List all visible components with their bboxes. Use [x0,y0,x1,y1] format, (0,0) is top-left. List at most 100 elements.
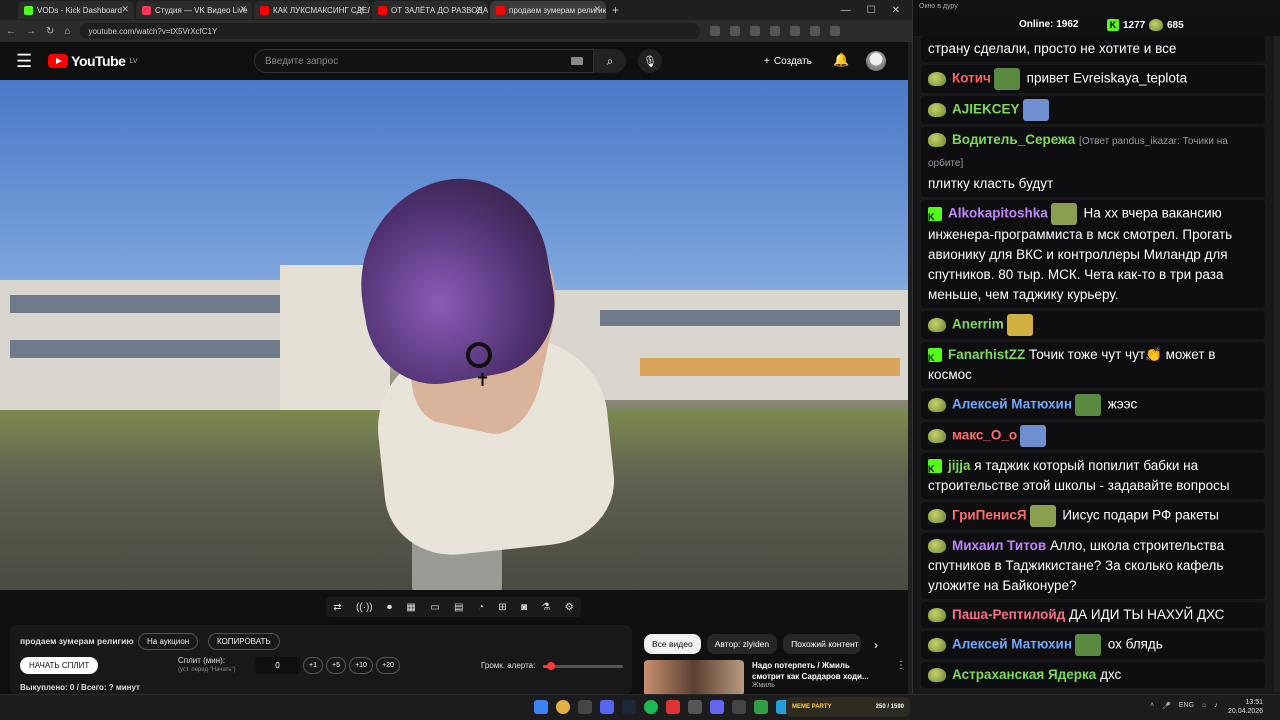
new-tab-button[interactable]: + [612,3,619,17]
extension-icon[interactable] [770,26,781,36]
start-split-button[interactable]: НАЧАТЬ СПЛИТ [20,657,99,674]
chat-username[interactable]: Anerrim [952,317,1004,332]
media-player-icon[interactable] [710,700,724,714]
increment-button[interactable]: +1 [303,657,323,674]
chip-all-videos[interactable]: Все видео [644,634,701,654]
chat-message[interactable]: Паша-Рептилойд ДА ИДИ ТЫ НАХУЙ ДХС [921,602,1265,628]
keyboard-icon[interactable] [571,57,583,65]
split-minutes-input[interactable]: 0 [255,657,300,674]
app-icon[interactable] [754,700,768,714]
chat-username[interactable]: Астраханская Ядерка [952,667,1096,682]
windows-start-icon[interactable] [534,700,548,714]
chat-message[interactable]: K Alkokapitoshka На хх вчера вакансию инж… [921,200,1265,308]
url-field[interactable]: youtube.com/watch?v=tX5VrXcfC1Y [80,23,701,39]
chat-username[interactable]: макс_О_о [952,428,1017,443]
alert-volume-slider[interactable] [543,662,623,670]
obs-icon[interactable] [666,700,680,714]
chat-username[interactable]: ГриПенисЯ [952,508,1027,523]
tab-close-icon[interactable]: ✕ [121,4,129,15]
chat-scrollbar[interactable] [1274,36,1280,692]
film-icon[interactable]: ▦ [406,602,415,613]
hamburger-menu-icon[interactable]: ☰ [16,51,32,72]
chat-message[interactable]: K FanarhistZZ Точик тоже чут чут👏 может в… [921,342,1265,388]
extension-icon[interactable] [710,26,721,36]
tab-close-icon[interactable]: ✕ [357,4,365,15]
increment-button[interactable]: +20 [376,657,400,674]
tab-close-icon[interactable]: ✕ [239,4,247,15]
home-icon[interactable]: ⌂ [64,26,70,37]
recommended-video-title[interactable]: Надо потерпеть / Жмиль смотрит как Сарда… [752,660,882,682]
forward-icon[interactable]: → [26,26,36,37]
voice-search-button[interactable]: 🎙 [638,49,662,73]
loop-icon[interactable]: ⇄ [333,602,341,613]
recommended-video[interactable]: Надо потерпеть / Жмиль смотрит как Сарда… [644,660,906,696]
chat-message[interactable]: Михаил Титов Алло, школа строительства с… [921,533,1265,599]
chat-message[interactable]: Водитель_Сережа [Ответ pandus_ikazar: То… [921,127,1265,197]
chat-username[interactable]: AJIEKCEY [952,102,1020,117]
app-icon[interactable] [732,700,746,714]
chat-message[interactable]: страну сделали, просто не хотите и все [921,36,1265,62]
auction-button[interactable]: На аукцион [138,633,199,650]
chat-message[interactable]: ГриПенисЯ Иисус подари РФ ракеты [921,502,1265,530]
network-icon[interactable]: ⌂ [1202,702,1206,710]
chat-message[interactable]: Астраханская Ядерка дхс [921,662,1265,688]
chat-username[interactable]: Михаил Титов [952,538,1046,553]
video-player[interactable]: ✝ [0,80,908,590]
browser-tab[interactable]: ОТ ЗАЛЁТА ДО РАЗВОДА: по✕ [372,1,488,19]
chrome-icon[interactable] [556,700,570,714]
chevron-right-icon[interactable]: › [874,638,878,652]
extension-icon[interactable] [830,26,841,36]
chat-message[interactable]: Алексей Матюхин ох блядь [921,631,1265,659]
slider-knob[interactable] [547,662,555,670]
chat-username[interactable]: FanarhistZZ [948,347,1025,362]
chat-username[interactable]: Котич [952,71,991,86]
copy-button[interactable]: КОПИРОВАТЬ [208,633,280,650]
chat-username[interactable]: Алексей Матюхин [952,397,1072,412]
system-clock[interactable]: 13:51 20.04.2026 [1228,698,1263,716]
browser-tab[interactable]: продаем зумерам религию - ✕ [490,1,606,19]
chat-message[interactable]: Kjijja я таджик который попилит бабки на… [921,453,1265,499]
chip-similar[interactable]: Похожий контент [783,634,862,654]
speed-icon[interactable]: ◔ [478,602,484,613]
chat-message[interactable]: макс_О_о [921,422,1265,450]
steam-icon[interactable] [622,700,636,714]
screenshot-icon[interactable]: ◙ [521,602,527,613]
extension-icon[interactable] [810,26,821,36]
app-icon[interactable] [688,700,702,714]
increment-button[interactable]: +10 [349,657,373,674]
chat-username[interactable]: Водитель_Сережа [952,132,1075,147]
language-indicator[interactable]: ENG [1179,702,1194,710]
chat-username[interactable]: Alkokapitoshka [948,206,1048,221]
video-thumbnail[interactable] [644,660,744,696]
create-button[interactable]: + Создать [756,51,820,71]
captions-icon[interactable]: ▤ [454,602,463,613]
meme-party-widget[interactable]: MEME PARTY 250 / 1590 [786,697,910,717]
settings-gear-icon[interactable]: ⚙ [565,602,574,613]
close-icon[interactable]: ✕ [892,5,900,16]
sound-icon[interactable]: ((·)) [356,602,373,613]
flask-icon[interactable]: ⚗ [541,602,550,613]
spotify-icon[interactable] [644,700,658,714]
avatar[interactable] [866,51,886,71]
chat-message[interactable]: AJIEKCEY [921,96,1265,124]
chevron-up-icon[interactable]: ˄ [1150,702,1154,710]
minimize-icon[interactable]: — [841,5,851,16]
recommended-video-channel[interactable]: Жмиль [752,682,882,689]
chat-username[interactable]: Паша-Рептилойд [952,607,1065,622]
tab-close-icon[interactable]: ✕ [475,4,483,15]
back-icon[interactable]: ← [6,26,16,37]
search-button[interactable]: ⌕ [594,49,626,73]
browser-tab[interactable]: КАК ЛУКСМАКСИНГ СДЕЛАЛ✕ [254,1,370,19]
chat-username[interactable]: jijja [948,458,971,473]
picture-in-picture-icon[interactable]: ▭ [430,602,439,613]
add-icon[interactable]: ⊞ [498,602,506,613]
volume-icon[interactable]: ♪ [1214,702,1218,710]
chat-message[interactable]: Anerrim [921,311,1265,339]
extension-icon[interactable] [790,26,801,36]
tab-close-icon[interactable]: ✕ [593,4,601,15]
search-input[interactable]: Введите запрос [254,49,594,73]
extension-icon[interactable] [750,26,761,36]
microphone-icon[interactable]: 🎤 [1162,702,1171,710]
discord-icon[interactable] [600,700,614,714]
explorer-icon[interactable] [578,700,592,714]
